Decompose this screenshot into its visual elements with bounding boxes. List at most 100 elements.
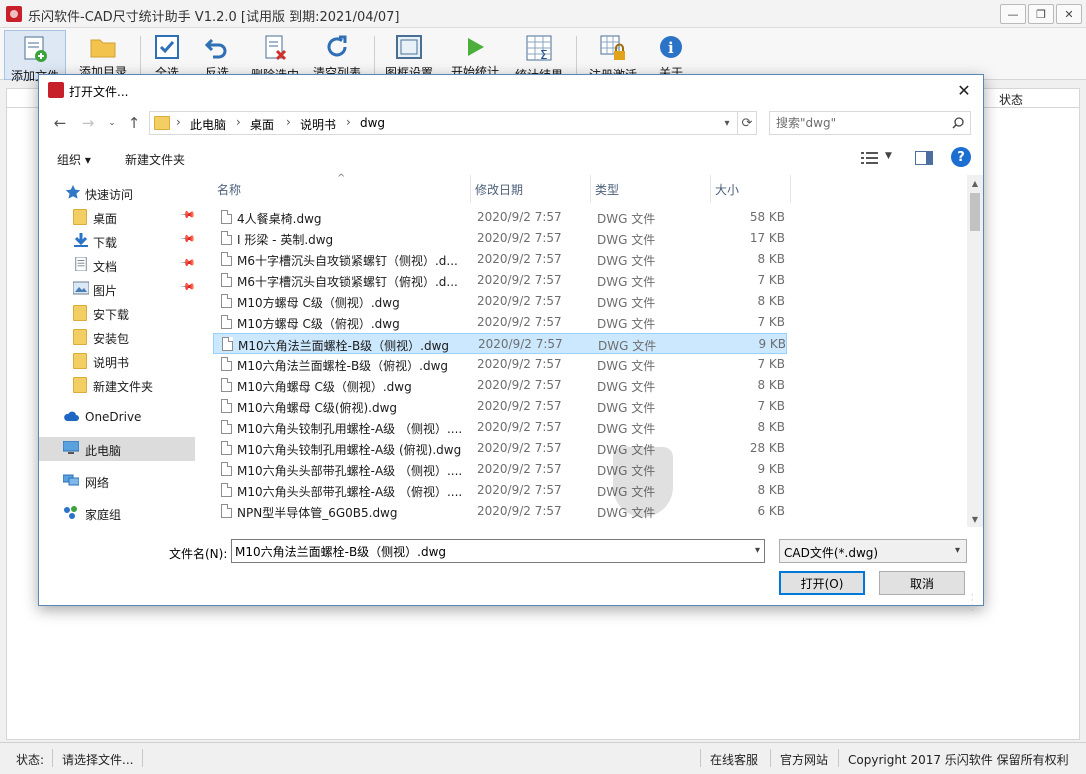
nav-item-network[interactable]: 网络 [39, 469, 195, 493]
breadcrumb-manual[interactable]: 说明书 [300, 116, 336, 133]
file-row[interactable]: M10六角头铰制孔用螺栓-A级 (俯视).dwg 2020/9/2 7:57 D… [213, 438, 787, 459]
nav-item-install-pkg[interactable]: 安装包 [39, 325, 195, 349]
breadcrumb-dwg[interactable]: dwg [360, 116, 385, 130]
breadcrumb-desktop[interactable]: 桌面 [250, 116, 274, 133]
nav-item-manual[interactable]: 说明书 [39, 349, 195, 373]
nav-item-desktop[interactable]: 桌面 📌 [39, 205, 196, 229]
scroll-down-icon[interactable]: ▼ [967, 511, 983, 527]
recent-chevron-down-icon[interactable]: ⌄ [101, 113, 123, 133]
nav-item-homegroup[interactable]: 家庭组 [39, 501, 195, 525]
nav-item-pictures[interactable]: 图片 📌 [39, 277, 196, 301]
file-row[interactable]: M10六角头铰制孔用螺栓-A级 （侧视）.... 2020/9/2 7:57 D… [213, 417, 787, 438]
column-header-type[interactable]: 类型 [591, 175, 711, 203]
nav-item-documents[interactable]: 文档 📌 [39, 253, 196, 277]
address-dropdown-icon[interactable]: ▾ [719, 113, 735, 133]
file-row[interactable]: M10方螺母 C级（侧视）.dwg 2020/9/2 7:57 DWG 文件 8… [213, 291, 787, 312]
breadcrumb-this-pc[interactable]: 此电脑 [190, 116, 226, 133]
column-header-name[interactable]: ^ 名称 [213, 173, 471, 203]
column-status[interactable]: 状态 [999, 91, 1023, 108]
chevron-right-icon[interactable]: › [176, 115, 181, 129]
column-header-date[interactable]: 修改日期 [471, 175, 591, 203]
search-input[interactable] [776, 115, 942, 131]
file-row[interactable]: NPN型半导体管_6G0B5.dwg 2020/9/2 7:57 DWG 文件 … [213, 501, 787, 522]
filename-combobox[interactable]: ▾ [231, 539, 765, 563]
help-icon[interactable]: ? [951, 147, 971, 167]
dialog-close-button[interactable]: ✕ [951, 78, 977, 102]
search-icon[interactable] [952, 117, 964, 129]
frame-settings-button[interactable]: 图框设置 [378, 30, 440, 80]
refresh-icon[interactable]: ⟳ [737, 111, 757, 135]
clear-list-button[interactable]: 清空列表 [306, 30, 368, 80]
organize-button[interactable]: 组织 ▾ [57, 151, 91, 168]
open-button[interactable]: 打开(O) [779, 571, 865, 595]
nav-item-anxiazai[interactable]: 安下载 [39, 301, 195, 325]
online-service-link[interactable]: 在线客服 [710, 751, 758, 768]
nav-item-new-folder[interactable]: 新建文件夹 [39, 373, 195, 397]
minimize-button[interactable]: — [1000, 4, 1026, 24]
column-header-size[interactable]: 大小 [711, 175, 791, 203]
chevron-down-icon: ▾ [954, 545, 960, 556]
nav-item-downloads[interactable]: 下载 📌 [39, 229, 196, 253]
back-arrow-icon[interactable]: ← [49, 113, 71, 133]
nav-label: 安下载 [93, 308, 130, 322]
pin-icon[interactable]: 📌 [179, 207, 196, 224]
chevron-right-icon[interactable]: › [236, 115, 241, 129]
pin-icon[interactable]: 📌 [179, 279, 196, 296]
start-stats-button[interactable]: 开始统计 [444, 30, 506, 80]
forward-arrow-icon[interactable]: → [77, 113, 99, 133]
file-icon [221, 315, 232, 329]
file-row[interactable]: M6十字槽沉头自攻锁紧螺钉（俯视）.d... 2020/9/2 7:57 DWG… [213, 270, 787, 291]
scroll-up-icon[interactable]: ▲ [967, 175, 983, 191]
file-row[interactable]: M10方螺母 C级（俯视）.dwg 2020/9/2 7:57 DWG 文件 7… [213, 312, 787, 333]
nav-item-this-pc[interactable]: 此电脑 [39, 437, 195, 461]
address-bar[interactable]: › 此电脑 › 桌面 › 说明书 › dwg [149, 111, 757, 135]
add-file-button[interactable]: 添加文件 [4, 30, 66, 83]
invert-selection-button[interactable]: 反选 [186, 30, 248, 80]
resize-grip-icon[interactable]: · · · · [971, 592, 981, 615]
file-icon [221, 483, 232, 497]
scroll-thumb[interactable] [970, 193, 980, 231]
cancel-button[interactable]: 取消 [879, 571, 965, 595]
new-folder-button[interactable]: 新建文件夹 [125, 151, 185, 168]
delete-selected-button[interactable]: 删除选中 [244, 30, 306, 82]
file-name: M10方螺母 C级（侧视）.dwg [237, 296, 400, 310]
close-button[interactable]: ✕ [1056, 4, 1082, 24]
file-row[interactable]: 4人餐桌椅.dwg 2020/9/2 7:57 DWG 文件 58 KB [213, 207, 787, 228]
file-name: M10六角法兰面螺栓-B级（侧视）.dwg [238, 339, 450, 353]
file-row-selected[interactable]: M10六角法兰面螺栓-B级（侧视）.dwg 2020/9/2 7:57 DWG … [213, 333, 787, 354]
register-activate-button[interactable]: 注册激活 [582, 30, 644, 82]
file-row[interactable]: M10六角螺母 C级(俯视).dwg 2020/9/2 7:57 DWG 文件 … [213, 396, 787, 417]
stats-result-button[interactable]: Σ 统计结果 [508, 30, 570, 82]
nav-item-quick-access[interactable]: 快速访问 [39, 181, 195, 205]
pin-icon[interactable]: 📌 [179, 231, 196, 248]
file-row[interactable]: M10六角螺母 C级（侧视）.dwg 2020/9/2 7:57 DWG 文件 … [213, 375, 787, 396]
restore-button[interactable]: ❐ [1028, 4, 1054, 24]
chevron-down-icon[interactable]: ▾ [755, 545, 760, 556]
official-site-link[interactable]: 官方网站 [780, 751, 828, 768]
add-folder-button[interactable]: 添加目录 [72, 30, 134, 80]
about-button[interactable]: i 关于 [640, 30, 702, 80]
view-options-icon[interactable] [861, 151, 879, 165]
chevron-right-icon[interactable]: › [346, 115, 351, 129]
up-arrow-icon[interactable]: ↑ [123, 113, 145, 133]
frame-icon [395, 34, 423, 60]
view-dropdown-icon[interactable]: ▼ [885, 151, 892, 161]
vertical-scrollbar[interactable]: ▲ ▼ [967, 175, 983, 527]
file-icon [222, 337, 233, 351]
file-row[interactable]: M10六角头头部带孔螺栓-A级 （俯视）.... 2020/9/2 7:57 D… [213, 480, 787, 501]
chevron-right-icon[interactable]: › [286, 115, 291, 129]
file-row[interactable]: M10六角头头部带孔螺栓-A级 （侧视）.... 2020/9/2 7:57 D… [213, 459, 787, 480]
file-name: 4人餐桌椅.dwg [237, 212, 322, 226]
nav-item-onedrive[interactable]: OneDrive [39, 405, 195, 429]
filename-input[interactable] [235, 543, 735, 559]
open-file-dialog: 打开文件... ✕ ← → ⌄ ↑ › 此电脑 › 桌面 › 说明书 › dwg… [38, 74, 984, 615]
search-box[interactable] [769, 111, 971, 135]
file-row[interactable]: M6十字槽沉头自攻锁紧螺钉（侧视）.d... 2020/9/2 7:57 DWG… [213, 249, 787, 270]
file-row[interactable]: I 形梁 - 英制.dwg 2020/9/2 7:57 DWG 文件 17 KB [213, 228, 787, 249]
filetype-select[interactable]: CAD文件(*.dwg) ▾ [779, 539, 967, 563]
preview-pane-icon[interactable] [915, 151, 933, 165]
pin-icon[interactable]: 📌 [179, 255, 196, 272]
file-icon [221, 273, 232, 287]
file-row[interactable]: M10六角法兰面螺栓-B级（俯视）.dwg 2020/9/2 7:57 DWG … [213, 354, 787, 375]
file-type: DWG 文件 [598, 339, 657, 353]
